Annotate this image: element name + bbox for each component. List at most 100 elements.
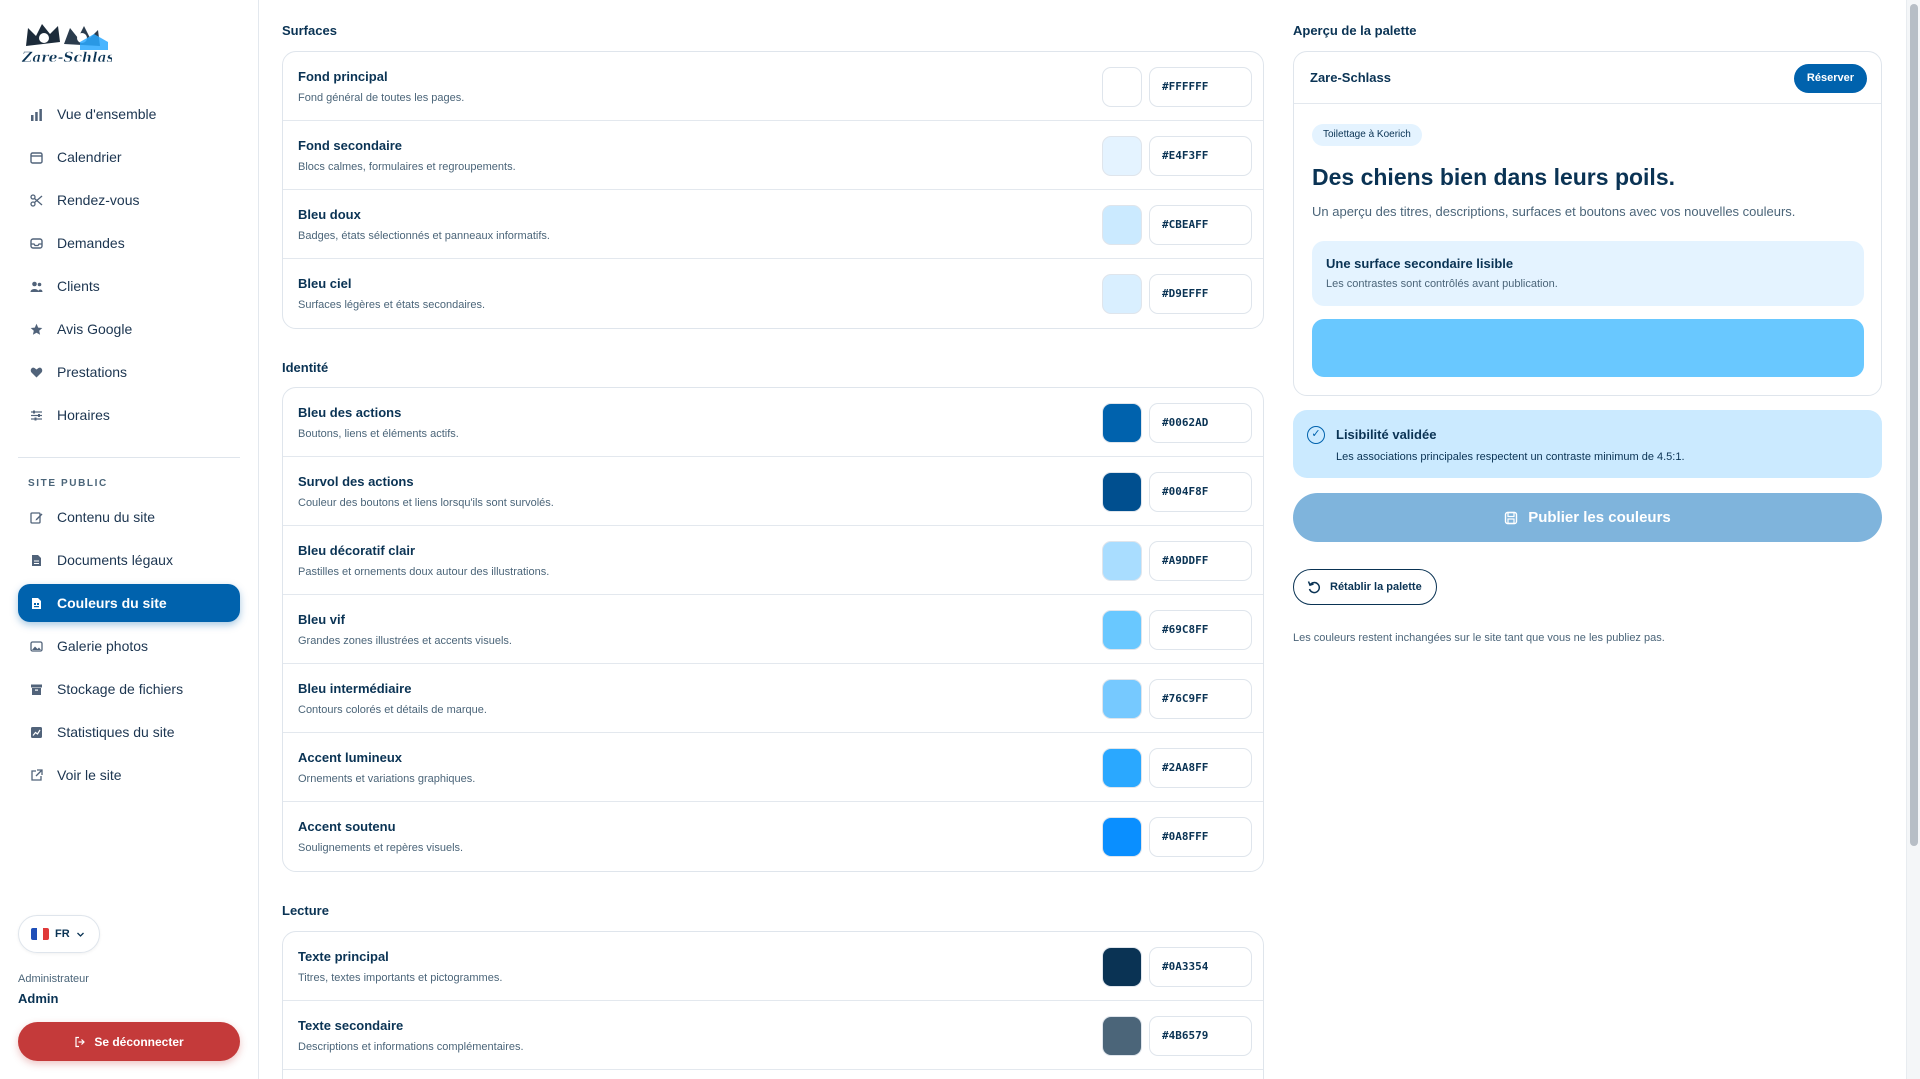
heart-icon <box>28 364 44 380</box>
color-row: Fond secondaire Blocs calmes, formulaires… <box>283 121 1263 190</box>
surfaces-card: Fond principal Fond général de toutes les… <box>282 51 1264 329</box>
reserve-button[interactable]: Réserver <box>1793 64 1867 93</box>
nav-item-site-stats[interactable]: Statistiques du site <box>18 713 240 751</box>
color-name: Accent lumineux <box>298 750 403 765</box>
chevron-down-icon <box>76 932 84 937</box>
color-swatch[interactable] <box>1102 679 1142 719</box>
color-swatch[interactable] <box>1102 817 1142 857</box>
hex-input[interactable]: #4B6579 <box>1149 1016 1252 1056</box>
color-description: Ornements et variations graphiques. <box>298 773 476 785</box>
color-name: Bleu décoratif clair <box>298 543 416 558</box>
identity-card: Bleu des actions Boutons, liens et élémen… <box>282 387 1264 872</box>
page-scrollbar[interactable] <box>1906 0 1920 1079</box>
nav-item-requests[interactable]: Demandes <box>18 224 240 262</box>
language-selector[interactable]: FR <box>18 915 100 953</box>
hex-input[interactable]: #004F8F <box>1149 472 1252 512</box>
color-description: Contours colorés et détails de marque. <box>298 704 487 716</box>
preview-secondary-surface: Une surface secondaire lisible Les contr… <box>1312 241 1864 306</box>
bar-chart-icon <box>28 106 44 122</box>
nav-label: Demandes <box>57 235 125 251</box>
hex-input[interactable]: #0A8FFF <box>1149 817 1252 857</box>
hex-input[interactable]: #2AA8FF <box>1149 748 1252 788</box>
color-row: Texte secondaire Descriptions et informat… <box>283 1001 1263 1070</box>
color-row: Fond principal Fond général de toutes les… <box>283 52 1263 121</box>
nav-item-view-site[interactable]: Voir le site <box>18 756 240 794</box>
nav-item-site-content[interactable]: Contenu du site <box>18 498 240 536</box>
reset-palette-button[interactable]: Rétablir la palette <box>1293 569 1437 605</box>
color-swatch[interactable] <box>1102 541 1142 581</box>
color-swatch[interactable] <box>1102 67 1142 107</box>
hex-input[interactable]: #A9DDFF <box>1149 541 1252 581</box>
save-icon <box>1505 511 1518 524</box>
calendar-icon <box>28 149 44 165</box>
logo[interactable]: Zare-Schlass <box>20 16 112 68</box>
nav-label: Contenu du site <box>57 509 156 525</box>
color-row: Accent soutenu Soulignements et repères v… <box>283 802 1263 871</box>
hex-input[interactable]: #69C8FF <box>1149 610 1252 650</box>
hex-input[interactable]: #D9EFFF <box>1149 274 1252 314</box>
color-swatch[interactable] <box>1102 472 1142 512</box>
color-name: Accent soutenu <box>298 819 396 834</box>
nav-item-overview[interactable]: Vue d'ensemble <box>18 95 240 133</box>
section-label: SITE PUBLIC <box>28 478 108 489</box>
archive-icon <box>28 681 44 697</box>
logout-button[interactable]: Se déconnecter <box>18 1022 240 1061</box>
color-name: Survol des actions <box>298 474 414 489</box>
hex-input[interactable]: #76C9FF <box>1149 679 1252 719</box>
sidebar: Zare-Schlass Vue d'ensemble Calendrier R… <box>0 0 259 1079</box>
reading-card: Texte principal Titres, textes importants… <box>282 931 1264 1079</box>
color-row: Bleu doux Badges, états sélectionnés et p… <box>283 190 1263 259</box>
color-swatch[interactable] <box>1102 205 1142 245</box>
color-name: Bleu des actions <box>298 405 402 420</box>
nav-item-calendar[interactable]: Calendrier <box>18 138 240 176</box>
color-swatch[interactable] <box>1102 274 1142 314</box>
admin-name: Admin <box>18 991 59 1006</box>
nav-label: Avis Google <box>57 321 133 337</box>
star-icon <box>28 321 44 337</box>
color-swatch[interactable] <box>1102 947 1142 987</box>
nav-item-services[interactable]: Prestations <box>18 353 240 391</box>
color-swatch[interactable] <box>1102 136 1142 176</box>
hex-input[interactable]: #0062AD <box>1149 403 1252 443</box>
color-row: Texte principal Titres, textes importants… <box>283 932 1263 1001</box>
color-row: Bleu intermédiaire Contours colorés et dé… <box>283 664 1263 733</box>
group-title-reading: Lecture <box>282 903 329 918</box>
color-row: Bleu ciel Surfaces légères et états secon… <box>283 259 1263 328</box>
palette-icon <box>28 595 44 611</box>
group-title-identity: Identité <box>282 360 329 375</box>
color-name: Texte principal <box>298 949 389 964</box>
color-name: Bleu intermédiaire <box>298 681 412 696</box>
check-circle-icon: ✓ <box>1307 426 1325 444</box>
hex-input[interactable]: #CBEAFF <box>1149 205 1252 245</box>
color-swatch[interactable] <box>1102 610 1142 650</box>
preview-accent-block <box>1312 319 1864 377</box>
nav-item-file-storage[interactable]: Stockage de fichiers <box>18 670 240 708</box>
hex-input[interactable]: #FFFFFF <box>1149 67 1252 107</box>
color-description: Grandes zones illustrées et accents visu… <box>298 635 512 647</box>
nav-item-hours[interactable]: Horaires <box>18 396 240 434</box>
hex-input[interactable]: #0A3354 <box>1149 947 1252 987</box>
hex-input[interactable]: #E4F3FF <box>1149 136 1252 176</box>
logout-label: Se déconnecter <box>94 1034 184 1049</box>
publish-note: Les couleurs restent inchangées sur le s… <box>1293 632 1665 644</box>
scissors-icon <box>28 192 44 208</box>
nav-item-legal-docs[interactable]: Documents légaux <box>18 541 240 579</box>
color-description: Blocs calmes, formulaires et regroupemen… <box>298 161 516 173</box>
nav-item-site-colors[interactable]: Couleurs du site <box>18 584 240 622</box>
color-swatch[interactable] <box>1102 748 1142 788</box>
color-row: Bleu vif Grandes zones illustrées et acce… <box>283 595 1263 664</box>
color-swatch[interactable] <box>1102 1016 1142 1056</box>
nav-label: Statistiques du site <box>57 724 175 740</box>
nav-item-clients[interactable]: Clients <box>18 267 240 305</box>
logout-icon <box>75 1036 86 1047</box>
scrollbar-thumb[interactable] <box>1910 4 1918 846</box>
nav-item-appointments[interactable]: Rendez-vous <box>18 181 240 219</box>
nav-item-google-reviews[interactable]: Avis Google <box>18 310 240 348</box>
main-nav: Vue d'ensemble Calendrier Rendez-vous De… <box>18 95 240 439</box>
publish-colors-button[interactable]: Publier les couleurs <box>1293 493 1882 542</box>
color-swatch[interactable] <box>1102 403 1142 443</box>
color-description: Descriptions et informations complémenta… <box>298 1041 524 1053</box>
stats-icon <box>28 724 44 740</box>
color-name: Bleu doux <box>298 207 361 222</box>
nav-item-photo-gallery[interactable]: Galerie photos <box>18 627 240 665</box>
